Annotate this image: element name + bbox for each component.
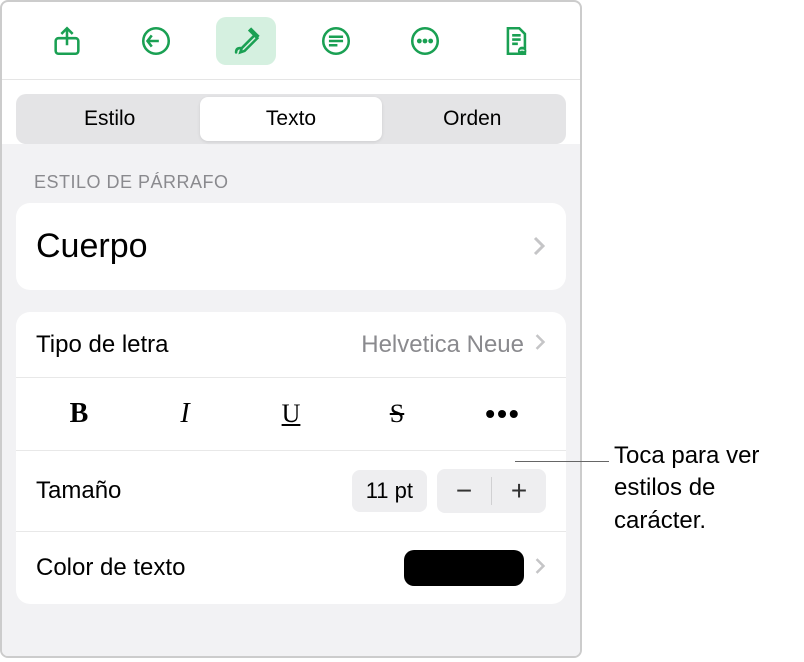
paragraph-style-label: ESTILO DE PÁRRAFO	[16, 144, 566, 203]
tab-style[interactable]: Estilo	[19, 97, 200, 141]
document-view-button[interactable]	[485, 17, 545, 65]
paragraph-style-card: Cuerpo	[16, 203, 566, 290]
font-label: Tipo de letra	[36, 331, 169, 359]
more-text-options-button[interactable]: •••	[450, 392, 556, 436]
underline-button[interactable]: U	[238, 393, 344, 435]
text-format-card: Tipo de letra Helvetica Neue B I U S •••…	[16, 312, 566, 604]
chevron-right-icon	[534, 332, 546, 357]
size-stepper: − +	[437, 469, 546, 513]
italic-button[interactable]: I	[132, 392, 238, 436]
size-decrease-button[interactable]: −	[437, 469, 491, 513]
top-toolbar	[2, 2, 580, 80]
font-value: Helvetica Neue	[361, 331, 524, 359]
bold-button[interactable]: B	[26, 392, 132, 436]
tab-order[interactable]: Orden	[382, 97, 563, 141]
chevron-right-icon	[534, 556, 546, 581]
size-increase-button[interactable]: +	[492, 469, 546, 513]
paragraph-style-row[interactable]: Cuerpo	[16, 203, 566, 290]
format-panel: Estilo Texto Orden ESTILO DE PÁRRAFO Cue…	[0, 0, 582, 658]
size-value[interactable]: 11 pt	[352, 470, 427, 512]
share-button[interactable]	[37, 17, 97, 65]
more-options-button[interactable]	[395, 17, 455, 65]
undo-button[interactable]	[126, 17, 186, 65]
size-row: Tamaño 11 pt − +	[16, 451, 566, 532]
color-swatch	[404, 550, 524, 586]
text-options-button[interactable]	[306, 17, 366, 65]
format-buttons-row: B I U S •••	[16, 378, 566, 451]
content-area: ESTILO DE PÁRRAFO Cuerpo Tipo de letra H…	[2, 144, 580, 656]
paragraph-style-value: Cuerpo	[36, 227, 148, 266]
size-label: Tamaño	[36, 477, 121, 505]
font-row[interactable]: Tipo de letra Helvetica Neue	[16, 312, 566, 378]
chevron-right-icon	[532, 227, 546, 266]
callout-text: Toca para ver estilos de carácter.	[614, 440, 794, 537]
segmented-control: Estilo Texto Orden	[16, 94, 566, 144]
callout-line	[515, 461, 609, 462]
tab-text[interactable]: Texto	[200, 97, 381, 141]
strikethrough-button[interactable]: S	[344, 393, 450, 435]
text-color-row[interactable]: Color de texto	[16, 532, 566, 604]
format-brush-button[interactable]	[216, 17, 276, 65]
text-color-label: Color de texto	[36, 554, 185, 582]
